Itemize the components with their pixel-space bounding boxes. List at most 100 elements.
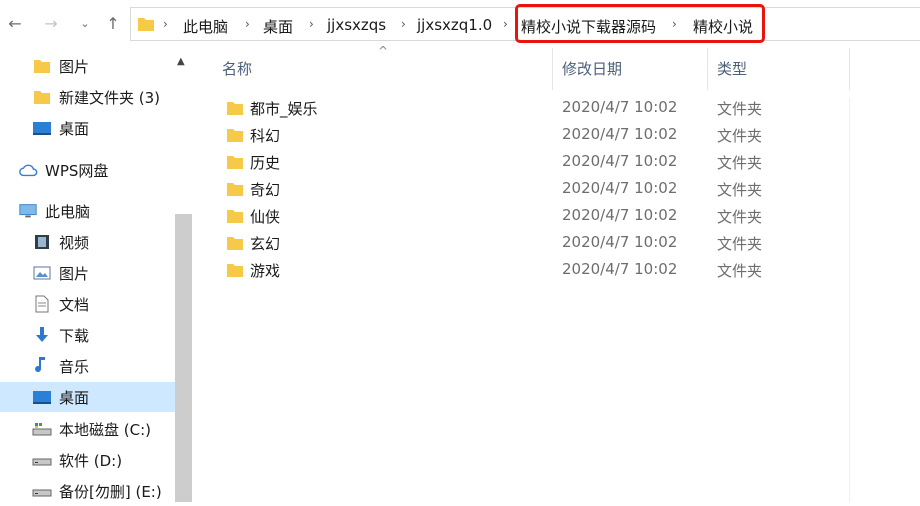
- file-type: 文件夹: [717, 181, 763, 199]
- folder-icon: [227, 129, 243, 142]
- file-row[interactable]: 仙侠 2020/4/7 10:02 文件夹: [222, 203, 782, 230]
- sidebar-item-documents[interactable]: 文档: [0, 289, 175, 319]
- sidebar-item-label: 下载: [59, 326, 90, 345]
- drive-icon: [32, 419, 52, 439]
- file-row[interactable]: 游戏 2020/4/7 10:02 文件夹: [222, 257, 782, 284]
- music-icon: [32, 356, 52, 376]
- breadcrumb-separator: ›: [245, 17, 250, 31]
- sidebar-item-wps-cloud[interactable]: WPS网盘: [0, 155, 175, 185]
- file-type: 文件夹: [717, 262, 763, 280]
- sidebar-scrollbar[interactable]: ▲: [175, 48, 192, 502]
- sidebar-item-label: 本地磁盘 (C:): [59, 420, 151, 439]
- sidebar-item-music[interactable]: 音乐: [0, 351, 175, 381]
- column-divider[interactable]: [552, 48, 553, 90]
- sidebar-item-drive-d[interactable]: 软件 (D:): [0, 445, 175, 475]
- desktop-icon: [32, 387, 52, 407]
- column-divider[interactable]: [707, 48, 708, 90]
- file-date: 2020/4/7 10:02: [562, 233, 678, 251]
- sidebar-item-label: 图片: [59, 57, 90, 76]
- sidebar-item-pictures-quick[interactable]: 图片: [0, 51, 175, 81]
- sidebar-item-label: 备份[勿删] (E:): [59, 482, 162, 501]
- sidebar-item-desktop[interactable]: 桌面: [0, 382, 175, 412]
- sidebar-item-pictures[interactable]: 图片: [0, 258, 175, 288]
- navigation-bar: ← → ⌄ ↑ › 此电脑 › 桌面 › jjxsxzqs › jjxsxzq1…: [0, 0, 920, 48]
- breadcrumb-this-pc[interactable]: 此电脑: [183, 16, 228, 37]
- breadcrumb-separator: ›: [163, 17, 168, 31]
- column-header-date[interactable]: 修改日期: [562, 58, 622, 79]
- folder-icon: [227, 210, 243, 223]
- file-type: 文件夹: [717, 100, 763, 118]
- sidebar-item-label: WPS网盘: [45, 161, 109, 180]
- sidebar-item-desktop-quick[interactable]: 桌面: [0, 113, 175, 143]
- sidebar-item-videos[interactable]: 视频: [0, 227, 175, 257]
- sidebar-item-label: 图片: [59, 264, 90, 283]
- folder-icon: [227, 183, 243, 196]
- file-name: 玄幻: [250, 235, 281, 253]
- file-type: 文件夹: [717, 127, 763, 145]
- scroll-up-arrow-icon[interactable]: ▲: [177, 56, 185, 67]
- file-name: 科幻: [250, 127, 281, 145]
- file-date: 2020/4/7 10:02: [562, 179, 678, 197]
- sidebar-item-label: 文档: [59, 295, 90, 314]
- sidebar-item-label: 此电脑: [45, 202, 91, 221]
- file-row[interactable]: 奇幻 2020/4/7 10:02 文件夹: [222, 176, 782, 203]
- sidebar-item-label: 新建文件夹 (3): [59, 88, 161, 107]
- file-row[interactable]: 历史 2020/4/7 10:02 文件夹: [222, 149, 782, 176]
- breadcrumb-separator: ›: [401, 17, 406, 31]
- sidebar-item-drive-c[interactable]: 本地磁盘 (C:): [0, 414, 175, 444]
- drive-icon: [32, 481, 52, 501]
- file-row[interactable]: 科幻 2020/4/7 10:02 文件夹: [222, 122, 782, 149]
- forward-arrow-icon: →: [44, 13, 58, 33]
- navigation-pane: 图片 新建文件夹 (3) 桌面 WPS网盘 此电脑 视频 图片 文档 下载 音乐…: [0, 48, 192, 502]
- download-icon: [32, 325, 52, 345]
- document-icon: [32, 294, 52, 314]
- file-name: 历史: [250, 154, 281, 172]
- pictures-icon: [32, 263, 52, 283]
- file-type: 文件夹: [717, 208, 763, 226]
- sort-ascending-icon: ^: [378, 44, 389, 58]
- breadcrumb-desktop[interactable]: 桌面: [263, 16, 293, 37]
- sidebar-item-label: 视频: [59, 233, 90, 252]
- sidebar-item-label: 软件 (D:): [59, 451, 123, 470]
- file-type: 文件夹: [717, 154, 763, 172]
- column-header-type[interactable]: 类型: [717, 58, 747, 79]
- file-name: 游戏: [250, 262, 281, 280]
- folder-icon: [32, 56, 52, 76]
- file-date: 2020/4/7 10:02: [562, 206, 678, 224]
- file-list-pane: ^ 名称 修改日期 类型 都市_娱乐 2020/4/7 10:02 文件夹 科幻…: [192, 44, 920, 502]
- breadcrumb-jjxsxzq1-0[interactable]: jjxsxzq1.0: [417, 16, 492, 34]
- sidebar-item-this-pc[interactable]: 此电脑: [0, 196, 175, 226]
- forward-button[interactable]: →: [40, 12, 62, 34]
- sidebar-item-downloads[interactable]: 下载: [0, 320, 175, 350]
- folder-icon: [32, 87, 52, 107]
- breadcrumb-separator: ›: [503, 17, 508, 31]
- computer-icon: [18, 201, 38, 221]
- file-date: 2020/4/7 10:02: [562, 260, 678, 278]
- folder-icon: [227, 237, 243, 250]
- up-arrow-icon: ↑: [106, 13, 120, 33]
- sidebar-item-label: 桌面: [59, 119, 90, 138]
- video-icon: [32, 232, 52, 252]
- recent-locations-button[interactable]: ⌄: [74, 12, 96, 34]
- breadcrumb-jjxsxzqs[interactable]: jjxsxzqs: [327, 16, 386, 34]
- scrollbar-thumb[interactable]: [175, 214, 192, 502]
- back-button[interactable]: ←: [4, 12, 26, 34]
- file-row[interactable]: 都市_娱乐 2020/4/7 10:02 文件夹: [222, 95, 782, 122]
- column-header-name[interactable]: 名称: [222, 58, 252, 79]
- file-type: 文件夹: [717, 235, 763, 253]
- folder-icon: [227, 264, 243, 277]
- red-highlight-annotation: [515, 4, 765, 43]
- cloud-icon: [18, 160, 38, 180]
- column-divider[interactable]: [849, 48, 850, 90]
- sidebar-item-new-folder[interactable]: 新建文件夹 (3): [0, 82, 175, 112]
- breadcrumb-separator: ›: [309, 17, 314, 31]
- file-name: 仙侠: [250, 208, 281, 226]
- chevron-down-icon: ⌄: [80, 16, 90, 30]
- back-arrow-icon: ←: [8, 13, 22, 33]
- up-button[interactable]: ↑: [102, 12, 124, 34]
- file-date: 2020/4/7 10:02: [562, 98, 678, 116]
- folder-icon: [227, 156, 243, 169]
- column-divider: [849, 98, 850, 502]
- file-row[interactable]: 玄幻 2020/4/7 10:02 文件夹: [222, 230, 782, 257]
- file-date: 2020/4/7 10:02: [562, 125, 678, 143]
